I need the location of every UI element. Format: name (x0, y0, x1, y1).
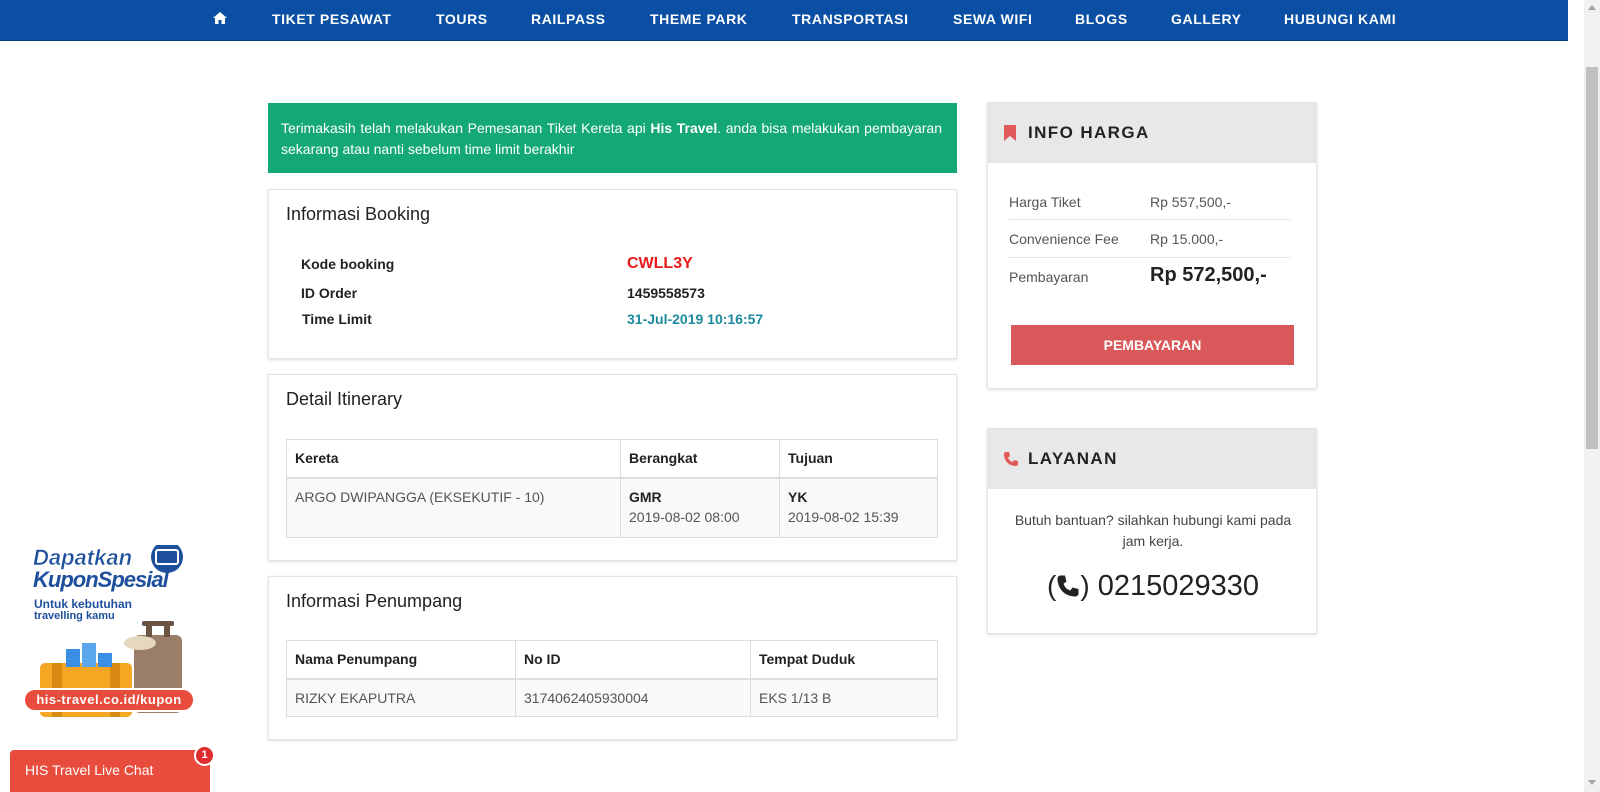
col-tempat-duduk: Tempat Duduk (750, 640, 938, 680)
booking-code-label: Kode booking (301, 256, 395, 272)
time-limit-label: Time Limit (302, 311, 372, 327)
train-name: ARGO DWIPANGGA (EKSEKUTIF - 10) (286, 477, 621, 538)
order-id-value: 1459558573 (627, 285, 705, 301)
scroll-thumb[interactable] (1586, 67, 1598, 449)
booking-info-title: Informasi Booking (286, 204, 431, 224)
nav-gallery[interactable]: GALLERY (1171, 11, 1242, 27)
passenger-name: RIZKY EKAPUTRA (286, 678, 516, 717)
notice-text-start: Terimakasih telah melakukan Pemesanan Ti… (281, 120, 651, 136)
phone-icon-inline: () (1046, 570, 1090, 601)
table-row: ARGO DWIPANGGA (EKSEKUTIF - 10) GMR 2019… (286, 477, 938, 538)
service-title: LAYANAN (1028, 449, 1118, 468)
nav-tiket-pesawat[interactable]: TIKET PESAWAT (272, 11, 392, 27)
phone-icon (1004, 452, 1018, 466)
passenger-table: Nama Penumpang No ID Tempat Duduk RIZKY … (286, 640, 938, 717)
booking-code-value: CWLL3Y (627, 255, 693, 272)
pay-button[interactable]: PEMBAYARAN (1011, 325, 1294, 365)
notice-brand: His Travel (650, 120, 718, 136)
ticket-price-label: Harga Tiket (1009, 194, 1081, 210)
promo-line3: Untuk kebutuhan (34, 597, 132, 611)
ticket-price-row: Harga Tiket Rp 557,500,- (1009, 194, 1291, 210)
booking-success-notice: Terimakasih telah melakukan Pemesanan Ti… (268, 103, 957, 173)
fee-value: Rp 15.000,- (1150, 231, 1224, 247)
arrival-cell: YK 2019-08-02 15:39 (779, 477, 938, 538)
help-text: Butuh bantuan? silahkan hubungi kami pad… (1014, 512, 1292, 549)
col-tujuan: Tujuan (779, 439, 938, 479)
service-panel: LAYANAN Butuh bantuan? silahkan hubungi … (987, 428, 1317, 634)
ticket-price-value: Rp 557,500,- (1150, 194, 1231, 210)
total-value: Rp 572,500,- (1150, 264, 1267, 286)
col-no-id: No ID (515, 640, 751, 680)
scroll-up-arrow[interactable] (1588, 5, 1596, 10)
nav-tours[interactable]: TOURS (436, 11, 488, 27)
arrival-time: 2019-08-02 15:39 (788, 508, 899, 525)
nav-railpass[interactable]: RAILPASS (531, 11, 606, 27)
chat-notification-badge: 1 (194, 745, 215, 766)
bookmark-icon (1004, 125, 1016, 141)
promo-line1: Dapatkan (33, 545, 133, 570)
scroll-down-arrow[interactable] (1588, 780, 1596, 785)
time-limit-value: 31-Jul-2019 10:16:57 (627, 311, 764, 327)
itinerary-title: Detail Itinerary (286, 389, 403, 409)
col-nama: Nama Penumpang (286, 640, 516, 680)
col-berangkat: Berangkat (620, 439, 780, 479)
price-info-panel: INFO HARGA Harga Tiket Rp 557,500,- Conv… (987, 102, 1317, 389)
phone-number: 0215029330 (1097, 570, 1259, 602)
price-info-header: INFO HARGA (988, 103, 1316, 163)
passenger-seat: EKS 1/13 B (750, 678, 938, 717)
table-header-row: Kereta Berangkat Tujuan (286, 439, 938, 479)
promo-url-badge: his-travel.co.id/kupon (23, 688, 195, 712)
col-kereta: Kereta (286, 439, 621, 479)
live-chat-button[interactable]: HIS Travel Live Chat (10, 750, 210, 792)
phone-contact[interactable]: () 0215029330 (988, 570, 1318, 603)
nav-theme-park[interactable]: THEME PARK (650, 11, 748, 27)
departure-code: GMR (629, 488, 662, 505)
table-row: RIZKY EKAPUTRA 3174062405930004 EKS 1/13… (286, 678, 938, 717)
fee-row: Convenience Fee Rp 15.000,- (1009, 231, 1291, 247)
itinerary-table: Kereta Berangkat Tujuan ARGO DWIPANGGA (… (286, 439, 938, 538)
nav-sewa-wifi[interactable]: SEWA WIFI (953, 11, 1033, 27)
fee-label: Convenience Fee (1009, 231, 1119, 247)
total-label: Pembayaran (1009, 269, 1089, 285)
arrival-code: YK (788, 488, 808, 505)
promo-line2: KuponSpesial (33, 567, 169, 592)
table-header-row: Nama Penumpang No ID Tempat Duduk (286, 640, 938, 680)
departure-time: 2019-08-02 08:00 (629, 508, 740, 525)
home-icon[interactable] (212, 10, 228, 26)
itinerary-panel: Detail Itinerary Kereta Berangkat Tujuan… (268, 374, 957, 561)
booking-info-panel: Informasi Booking Kode booking CWLL3Y ID… (268, 189, 957, 359)
price-info-title: INFO HARGA (1028, 123, 1150, 142)
departure-cell: GMR 2019-08-02 08:00 (620, 477, 780, 538)
passenger-panel: Informasi Penumpang Nama Penumpang No ID… (268, 576, 957, 740)
nav-hubungi-kami[interactable]: HUBUNGI KAMI (1284, 11, 1396, 27)
passenger-title: Informasi Penumpang (286, 591, 463, 611)
coupon-promo-banner[interactable]: Dapatkan KuponSpesial Untuk kebutuhan tr… (22, 541, 202, 730)
promo-line4: travelling kamu (34, 610, 115, 622)
nav-transportasi[interactable]: TRANSPORTASI (792, 11, 909, 27)
nav-blogs[interactable]: BLOGS (1075, 11, 1128, 27)
divider (1009, 257, 1291, 258)
page-scrollbar[interactable] (1584, 0, 1600, 792)
total-row: Pembayaran Rp 572,500,- (1009, 264, 1291, 286)
divider (1009, 219, 1291, 220)
order-id-label: ID Order (301, 285, 358, 301)
service-header: LAYANAN (988, 429, 1316, 489)
top-navigation: TIKET PESAWAT TOURS RAILPASS THEME PARK … (0, 0, 1568, 41)
passenger-id: 3174062405930004 (515, 678, 751, 717)
